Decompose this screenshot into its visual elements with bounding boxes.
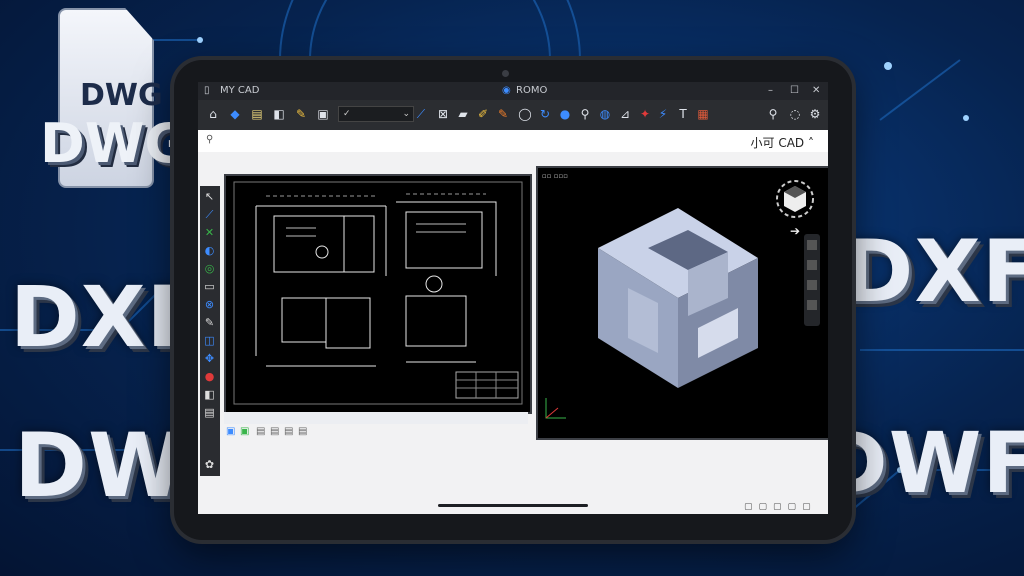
hatch-tool-icon[interactable]: ⊗ <box>203 298 216 311</box>
select-tool-icon[interactable]: ↖ <box>203 190 216 203</box>
info-icon[interactable]: ● <box>558 107 572 121</box>
arc-tool-icon[interactable]: ◐ <box>203 244 216 257</box>
pencil-icon[interactable]: ✎ <box>294 107 308 121</box>
drawing-status-bar <box>224 412 528 424</box>
color-tool-icon[interactable]: ● <box>203 370 216 383</box>
annotate-icon[interactable]: ✎ <box>496 107 510 121</box>
floor-plan-drawing <box>233 181 523 405</box>
app-name-label: 小可 CAD <box>750 136 805 150</box>
layout5-tab-icon[interactable]: ▤ <box>298 426 307 437</box>
search-icon[interactable]: ⚲ <box>766 107 780 121</box>
minimize-icon[interactable]: – <box>768 85 773 96</box>
home-icon[interactable]: ⌂ <box>206 107 220 121</box>
camera-icon <box>502 70 509 77</box>
layer-icon[interactable]: ◧ <box>272 107 286 121</box>
layout-tabs: ▣ ▣ ▤ ▤ ▤ ▤ <box>224 426 314 438</box>
ortho-icon[interactable]: ▢ <box>773 502 788 512</box>
measure-icon[interactable]: ⟋ <box>414 107 428 121</box>
arrow-right-icon[interactable]: ➔ <box>790 224 800 238</box>
model-tab-icon[interactable]: ▣ <box>226 426 235 437</box>
ribbon-toolbar: ⌂ ◆ ▤ ◧ ✎ ▣ ✓ ⌄ ⟋ ⊠ ▰ ✐ ✎ ◯ ↻ ● ⚲ ◍ ⊿ ✦ ⚡… <box>198 100 828 131</box>
circle-tool-icon[interactable]: ◎ <box>203 262 216 275</box>
home-indicator <box>438 504 588 507</box>
orbit-icon[interactable] <box>807 240 817 250</box>
comment-icon[interactable]: ◌ <box>788 107 802 121</box>
polar-icon[interactable]: ▢ <box>788 502 803 512</box>
properties-tool-icon[interactable]: ▤ <box>203 406 216 419</box>
dwg-small-label: DWG <box>80 78 163 113</box>
dw-format-label: DW <box>14 414 187 517</box>
grid-icon[interactable]: ⊠ <box>436 107 450 121</box>
eraser-icon[interactable]: ▰ <box>456 107 470 121</box>
style-dropdown[interactable]: ✓ ⌄ <box>338 106 414 122</box>
zoom-icon[interactable]: ⚲ <box>578 107 592 121</box>
open-icon[interactable]: ◆ <box>228 107 242 121</box>
highlight-icon[interactable]: ✐ <box>476 107 490 121</box>
grid-toggle-icon[interactable]: ▢ <box>744 502 759 512</box>
center-title: ROMO <box>516 85 548 96</box>
walk-icon[interactable] <box>807 300 817 310</box>
viewport-tools <box>804 234 820 326</box>
doc-icon: ▯ <box>204 85 210 96</box>
rotate-icon[interactable]: ↻ <box>538 107 552 121</box>
wand-icon[interactable]: ⚡ <box>656 107 670 121</box>
bottom-right-icons: ▢▢▢▢▢ <box>744 502 817 512</box>
drawing-2d-viewport[interactable] <box>224 174 532 414</box>
file-icon[interactable]: ▤ <box>250 107 264 121</box>
dwg-big-label: DWG <box>40 112 189 175</box>
side-tool-palette: ↖ ⟋ ✕ ◐ ◎ ▭ ⊗ ✎ ◫ ✥ ● ◧ ▤ ✿ <box>200 186 220 476</box>
app-screen: ▯ MY CAD ◉ ROMO – ☐ ✕ ⌂ ◆ ▤ ◧ ✎ ▣ ✓ ⌄ ⟋ ⊠… <box>198 82 828 514</box>
dim-tool-icon[interactable]: ◫ <box>203 334 216 347</box>
layer-tool-icon[interactable]: ◧ <box>203 388 216 401</box>
window-title: MY CAD <box>220 85 260 96</box>
app-logo-icon: ◉ <box>502 85 511 96</box>
zoom-extents-icon[interactable] <box>807 280 817 290</box>
app-name[interactable]: 小可 CAD ˄ <box>751 134 814 151</box>
paint-tool-icon[interactable]: ✿ <box>203 458 216 471</box>
search-icon[interactable]: ⚲ <box>206 134 213 145</box>
layout4-tab-icon[interactable]: ▤ <box>284 426 293 437</box>
pan-icon[interactable] <box>807 260 817 270</box>
print-icon[interactable]: ▣ <box>316 107 330 121</box>
text-tool-icon[interactable]: ✎ <box>203 316 216 329</box>
maximize-icon[interactable]: ☐ <box>790 85 799 96</box>
rect-tool-icon[interactable]: ▭ <box>203 280 216 293</box>
dxf-format-label-right: DXF <box>842 222 1024 322</box>
title-bar: ▯ MY CAD ◉ ROMO – ☐ ✕ <box>198 82 828 100</box>
lineweight-icon[interactable]: ▢ <box>802 502 817 512</box>
dwg-file-icon: DWG DWG <box>40 8 189 190</box>
layout2-tab-icon[interactable]: ▤ <box>256 426 265 437</box>
layout1-tab-icon[interactable]: ▣ <box>240 426 249 437</box>
text-icon[interactable]: T <box>676 107 690 121</box>
chevron-down-icon: ⌄ <box>402 109 410 119</box>
ruler-icon[interactable]: ⊿ <box>618 107 632 121</box>
viewport-label: ▫▫ ▫▫▫ <box>542 172 568 180</box>
sub-bar: ⚲ <box>198 130 828 152</box>
snap-icon[interactable]: ▢ <box>759 502 774 512</box>
line-tool-icon[interactable]: ⟋ <box>203 208 216 221</box>
move-tool-icon[interactable]: ✥ <box>203 352 216 365</box>
settings-icon[interactable]: ⚙ <box>808 107 822 121</box>
windows-icon[interactable]: ▦ <box>696 107 710 121</box>
close-icon[interactable]: ✕ <box>812 85 820 96</box>
layout3-tab-icon[interactable]: ▤ <box>270 426 279 437</box>
circle-icon[interactable]: ◯ <box>518 107 532 121</box>
chevron-up-icon: ˄ <box>808 136 814 150</box>
window-icon[interactable]: ◍ <box>598 107 612 121</box>
mark-icon[interactable]: ✦ <box>638 107 652 121</box>
polyline-tool-icon[interactable]: ✕ <box>203 226 216 239</box>
view-cube-icon[interactable] <box>774 178 816 220</box>
